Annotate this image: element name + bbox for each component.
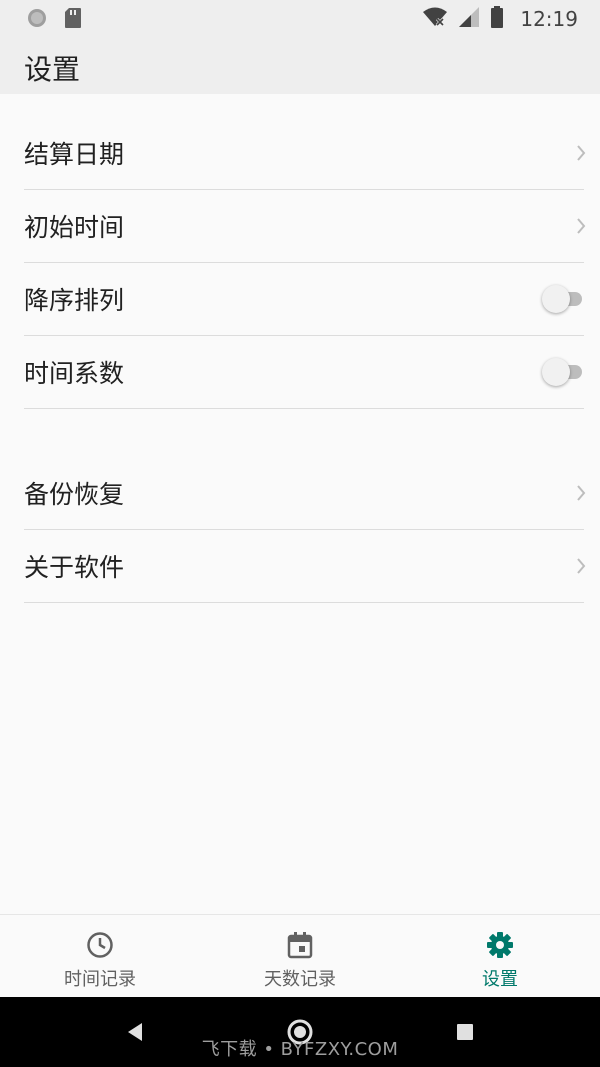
- settings-item-label: 备份恢复: [24, 480, 125, 509]
- calendar-icon: [286, 931, 314, 959]
- tab-time-records[interactable]: 时间记录: [0, 915, 200, 998]
- settings-item-label: 降序排列: [24, 286, 125, 315]
- descending-order-toggle[interactable]: [542, 285, 582, 313]
- settings-item-backup-restore[interactable]: 备份恢复: [24, 457, 586, 530]
- watermark: 飞下载 • BYFZXY.COM: [201, 1039, 399, 1060]
- settings-item-descending-order: 降序排列: [24, 263, 584, 336]
- chevron-right-icon: [576, 217, 586, 239]
- settings-item-time-coefficient: 时间系数: [24, 336, 584, 409]
- settings-item-label: 结算日期: [24, 140, 125, 169]
- chevron-right-icon: [576, 557, 586, 579]
- chevron-right-icon: [576, 144, 586, 166]
- tab-label: 时间记录: [64, 969, 136, 990]
- status-time: 12:19: [520, 7, 578, 31]
- time-coefficient-toggle[interactable]: [542, 358, 582, 386]
- sync-icon: [26, 7, 48, 33]
- settings-item-label: 关于软件: [24, 553, 125, 582]
- tab-day-records[interactable]: 天数记录: [200, 915, 400, 998]
- bottom-navigation: 时间记录 天数记录 设置: [0, 914, 600, 997]
- status-bar: 12:19: [0, 0, 600, 36]
- wifi-x-icon: [422, 6, 448, 32]
- tab-label: 天数记录: [264, 969, 336, 990]
- toggle-thumb: [542, 358, 570, 386]
- toggle-thumb: [542, 285, 570, 313]
- chevron-right-icon: [576, 484, 586, 506]
- tab-settings[interactable]: 设置: [400, 915, 600, 998]
- signal-icon: [458, 6, 480, 32]
- gear-icon: [486, 931, 514, 959]
- tab-label: 设置: [482, 969, 518, 990]
- settings-item-settlement-date[interactable]: 结算日期: [24, 117, 586, 190]
- settings-item-label: 时间系数: [24, 359, 125, 388]
- app-bar: 设置: [0, 36, 600, 94]
- page-title: 设置: [24, 53, 81, 86]
- settings-item-label: 初始时间: [24, 213, 125, 242]
- settings-item-initial-time[interactable]: 初始时间: [24, 190, 586, 263]
- sd-card-icon: [64, 7, 82, 33]
- settings-item-about[interactable]: 关于软件: [24, 530, 586, 603]
- clock-icon: [86, 931, 114, 959]
- battery-icon: [490, 6, 504, 32]
